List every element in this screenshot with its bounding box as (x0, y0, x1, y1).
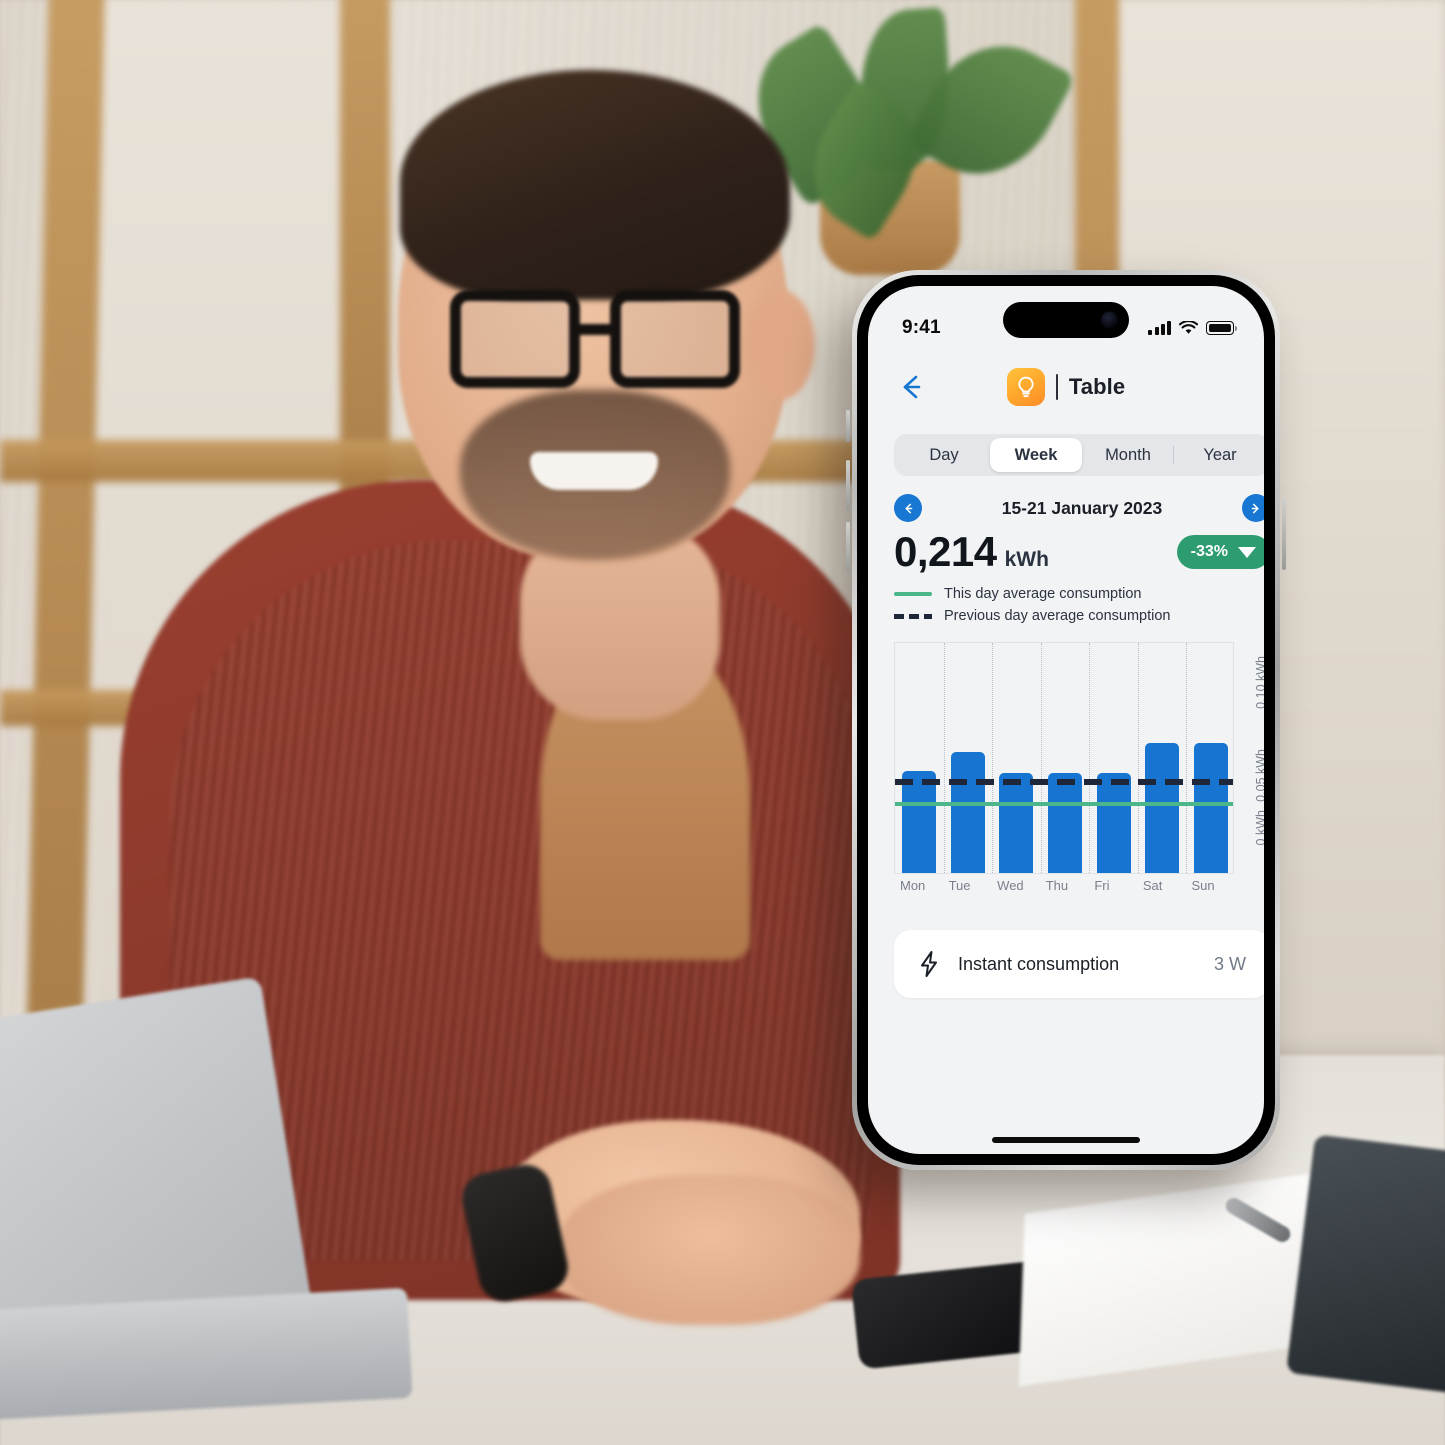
chart-bar[interactable] (950, 752, 985, 873)
chart-bar[interactable] (1145, 743, 1180, 873)
date-navigation: 15-21 January 2023 (894, 494, 1264, 522)
chart-x-label: Sat (1142, 878, 1163, 893)
chart-gridline (1137, 643, 1139, 873)
instant-consumption-card[interactable]: Instant consumption 3 W (894, 930, 1264, 998)
tab-year[interactable]: Year (1174, 438, 1264, 472)
person-ear (745, 290, 815, 400)
legend-item: Previous day average consumption (894, 608, 1264, 624)
chart-bar[interactable] (1048, 772, 1082, 873)
chart-gridline (992, 643, 994, 873)
title-divider (1055, 374, 1058, 400)
screenshot-scene: 9:41 Table Day Week Month Year 15-21 Jan… (0, 0, 1445, 1445)
chart-x-label: Wed (997, 878, 1024, 893)
legend-item: This day average consumption (894, 586, 1264, 602)
chart-x-label: Fri (1094, 878, 1110, 893)
legend-label: Previous day average consumption (944, 608, 1171, 624)
person-hands-fingers (560, 1175, 860, 1325)
chart-y-axis-labels: 0 kWh 0,05 kWh 0,10 kWh (1238, 642, 1264, 874)
chart-x-label: Mon (900, 878, 926, 893)
power-button[interactable] (1282, 498, 1286, 570)
front-camera-icon (1101, 311, 1118, 329)
status-time: 9:41 (902, 317, 941, 338)
person-hair (400, 70, 790, 300)
chart-gridline (1089, 643, 1091, 873)
consumption-chart: Mon Tue Wed Thu Fri Sat Sun 0 kWh 0,05 kWh 0,10 … (894, 642, 1264, 902)
chart-x-label: Sun (1191, 878, 1215, 893)
eyeglass-bridge (574, 324, 620, 335)
tab-week[interactable]: Week (990, 438, 1082, 472)
volume-down-button[interactable] (846, 522, 850, 572)
person-smile (530, 452, 658, 490)
instant-consumption-value: 3 W (1213, 953, 1246, 974)
cellular-signal-icon (1148, 321, 1171, 335)
chart-x-label: Thu (1045, 878, 1069, 893)
total-consumption-row: 0,214 kWh -33% (894, 528, 1264, 576)
prev-period-button[interactable] (894, 494, 922, 522)
legend-dashed-line-icon (894, 613, 932, 619)
phone-screen: 9:41 Table Day Week Month Year 15-21 Jan… (868, 286, 1264, 1154)
mute-switch[interactable] (846, 410, 850, 442)
eyeglasses (450, 290, 750, 400)
triangle-down-icon (1238, 546, 1256, 558)
legend-solid-line-icon (894, 592, 932, 596)
chart-gridline (1040, 643, 1042, 873)
phone-bezel: 9:41 Table Day Week Month Year 15-21 Jan… (857, 275, 1275, 1165)
tab-month-label: Month (1105, 446, 1151, 464)
previous-average-line (895, 779, 1233, 786)
tab-month[interactable]: Month (1082, 438, 1174, 472)
back-arrow-icon[interactable] (894, 370, 928, 404)
total-unit: kWh (1004, 548, 1049, 571)
home-indicator[interactable] (992, 1137, 1140, 1143)
arrow-left-circle-icon (904, 503, 912, 513)
wifi-icon (1179, 321, 1198, 334)
current-average-line (895, 801, 1233, 806)
status-icons (1148, 321, 1238, 335)
chart-y-label: 0,10 kWh (1254, 656, 1264, 710)
chart-legend: This day average consumption Previous da… (894, 586, 1264, 630)
segmented-control: Day Week Month Year (894, 434, 1264, 476)
chart-bar[interactable] (1193, 743, 1228, 873)
lightning-bolt-icon (921, 951, 937, 977)
date-range-label: 15-21 January 2023 (1001, 497, 1163, 518)
instant-consumption-label: Instant consumption (958, 953, 1120, 974)
status-badge[interactable]: -33% (1176, 535, 1264, 569)
iphone-device: 9:41 Table Day Week Month Year 15-21 Jan… (846, 270, 1286, 1170)
chart-x-label: Tue (948, 878, 971, 893)
arrow-right-circle-icon (1252, 503, 1260, 513)
eyeglass-lens (610, 290, 740, 388)
eyeglass-lens (450, 290, 580, 388)
next-period-button[interactable] (1241, 494, 1264, 522)
total-value: 0,214 (894, 528, 997, 575)
tab-day[interactable]: Day (898, 438, 990, 472)
period-selector: Day Week Month Year (894, 434, 1264, 476)
legend-label: This day average consumption (944, 586, 1142, 602)
tablet-device (1286, 1134, 1445, 1396)
chart-gridline (1186, 643, 1188, 873)
chart-y-label: 0 kWh (1254, 810, 1264, 846)
dynamic-island (1003, 302, 1129, 338)
chart-plot-area (894, 642, 1234, 874)
chart-x-axis-labels: Mon Tue Wed Thu Fri Sat Sun (894, 878, 1234, 893)
chart-bar[interactable] (902, 770, 937, 873)
chart-y-label: 0,05 kWh (1254, 749, 1264, 802)
battery-full-icon (1206, 321, 1238, 335)
total-value-group: 0,214 kWh (894, 528, 1049, 576)
volume-up-button[interactable] (846, 460, 850, 510)
nav-bar: Table (868, 356, 1264, 418)
page-title: Table (1068, 374, 1126, 399)
chart-bar[interactable] (1096, 772, 1131, 873)
status-badge-label: -33% (1190, 543, 1228, 560)
chart-bar[interactable] (999, 772, 1034, 873)
chart-gridline (943, 643, 945, 873)
lightbulb-icon (1006, 368, 1045, 406)
